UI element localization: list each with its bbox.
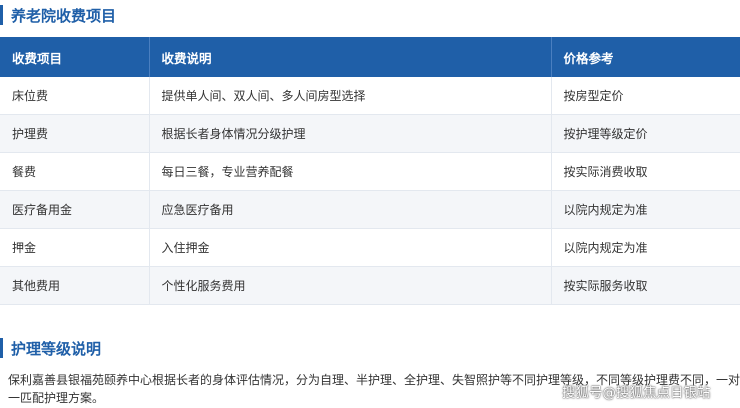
fee-description-cell: 提供单人间、双人间、多人间房型选择	[149, 77, 552, 115]
fee-item-cell: 护理费	[0, 114, 150, 153]
fee-item-cell: 餐费	[0, 152, 150, 191]
care-level-section-title-text: 护理等级说明	[11, 339, 102, 358]
fee-table: 收费项目 收费说明 价格参考 床位费 提供单人间、双人间、多人间房型选择 按房型…	[0, 37, 740, 305]
price-reference-cell: 按护理等级定价	[551, 114, 740, 153]
fee-item-cell: 其他费用	[0, 266, 150, 305]
title-accent-bar	[0, 338, 3, 358]
table-row: 餐费 每日三餐，专业营养配餐 按实际消费收取	[0, 152, 740, 191]
price-reference-cell: 按房型定价	[551, 77, 740, 115]
table-row: 押金 入住押金 以院内规定为准	[0, 228, 740, 267]
fee-description-cell: 每日三餐，专业营养配餐	[149, 152, 552, 191]
header-fee-item: 收费项目	[0, 37, 150, 77]
watermark: 搜狐号@搜狐焦点日银站	[562, 385, 711, 401]
price-reference-cell: 以院内规定为准	[551, 190, 740, 229]
table-row: 床位费 提供单人间、双人间、多人间房型选择 按房型定价	[0, 77, 740, 115]
fee-item-cell: 押金	[0, 228, 150, 267]
fees-section-title: 养老院收费项目	[0, 3, 116, 27]
header-price-reference: 价格参考	[551, 37, 740, 77]
table-row: 医疗备用金 应急医疗备用 以院内规定为准	[0, 190, 740, 229]
table-row: 护理费 根据长者身体情况分级护理 按护理等级定价	[0, 114, 740, 153]
price-reference-cell: 按实际服务收取	[551, 266, 740, 305]
fee-description-cell: 应急医疗备用	[149, 190, 552, 229]
header-fee-description: 收费说明	[149, 37, 552, 77]
fee-item-cell: 床位费	[0, 77, 150, 115]
fee-item-cell: 医疗备用金	[0, 190, 150, 229]
table-row: 其他费用 个性化服务费用 按实际服务收取	[0, 266, 740, 305]
fee-description-cell: 个性化服务费用	[149, 266, 552, 305]
fee-description-cell: 根据长者身体情况分级护理	[149, 114, 552, 153]
fee-description-cell: 入住押金	[149, 228, 552, 267]
title-accent-bar	[0, 5, 3, 25]
price-reference-cell: 按实际消费收取	[551, 152, 740, 191]
price-reference-cell: 以院内规定为准	[551, 228, 740, 267]
fees-section-title-text: 养老院收费项目	[11, 6, 117, 25]
table-header-row: 收费项目 收费说明 价格参考	[0, 37, 740, 77]
care-level-section-title: 护理等级说明	[0, 336, 101, 360]
